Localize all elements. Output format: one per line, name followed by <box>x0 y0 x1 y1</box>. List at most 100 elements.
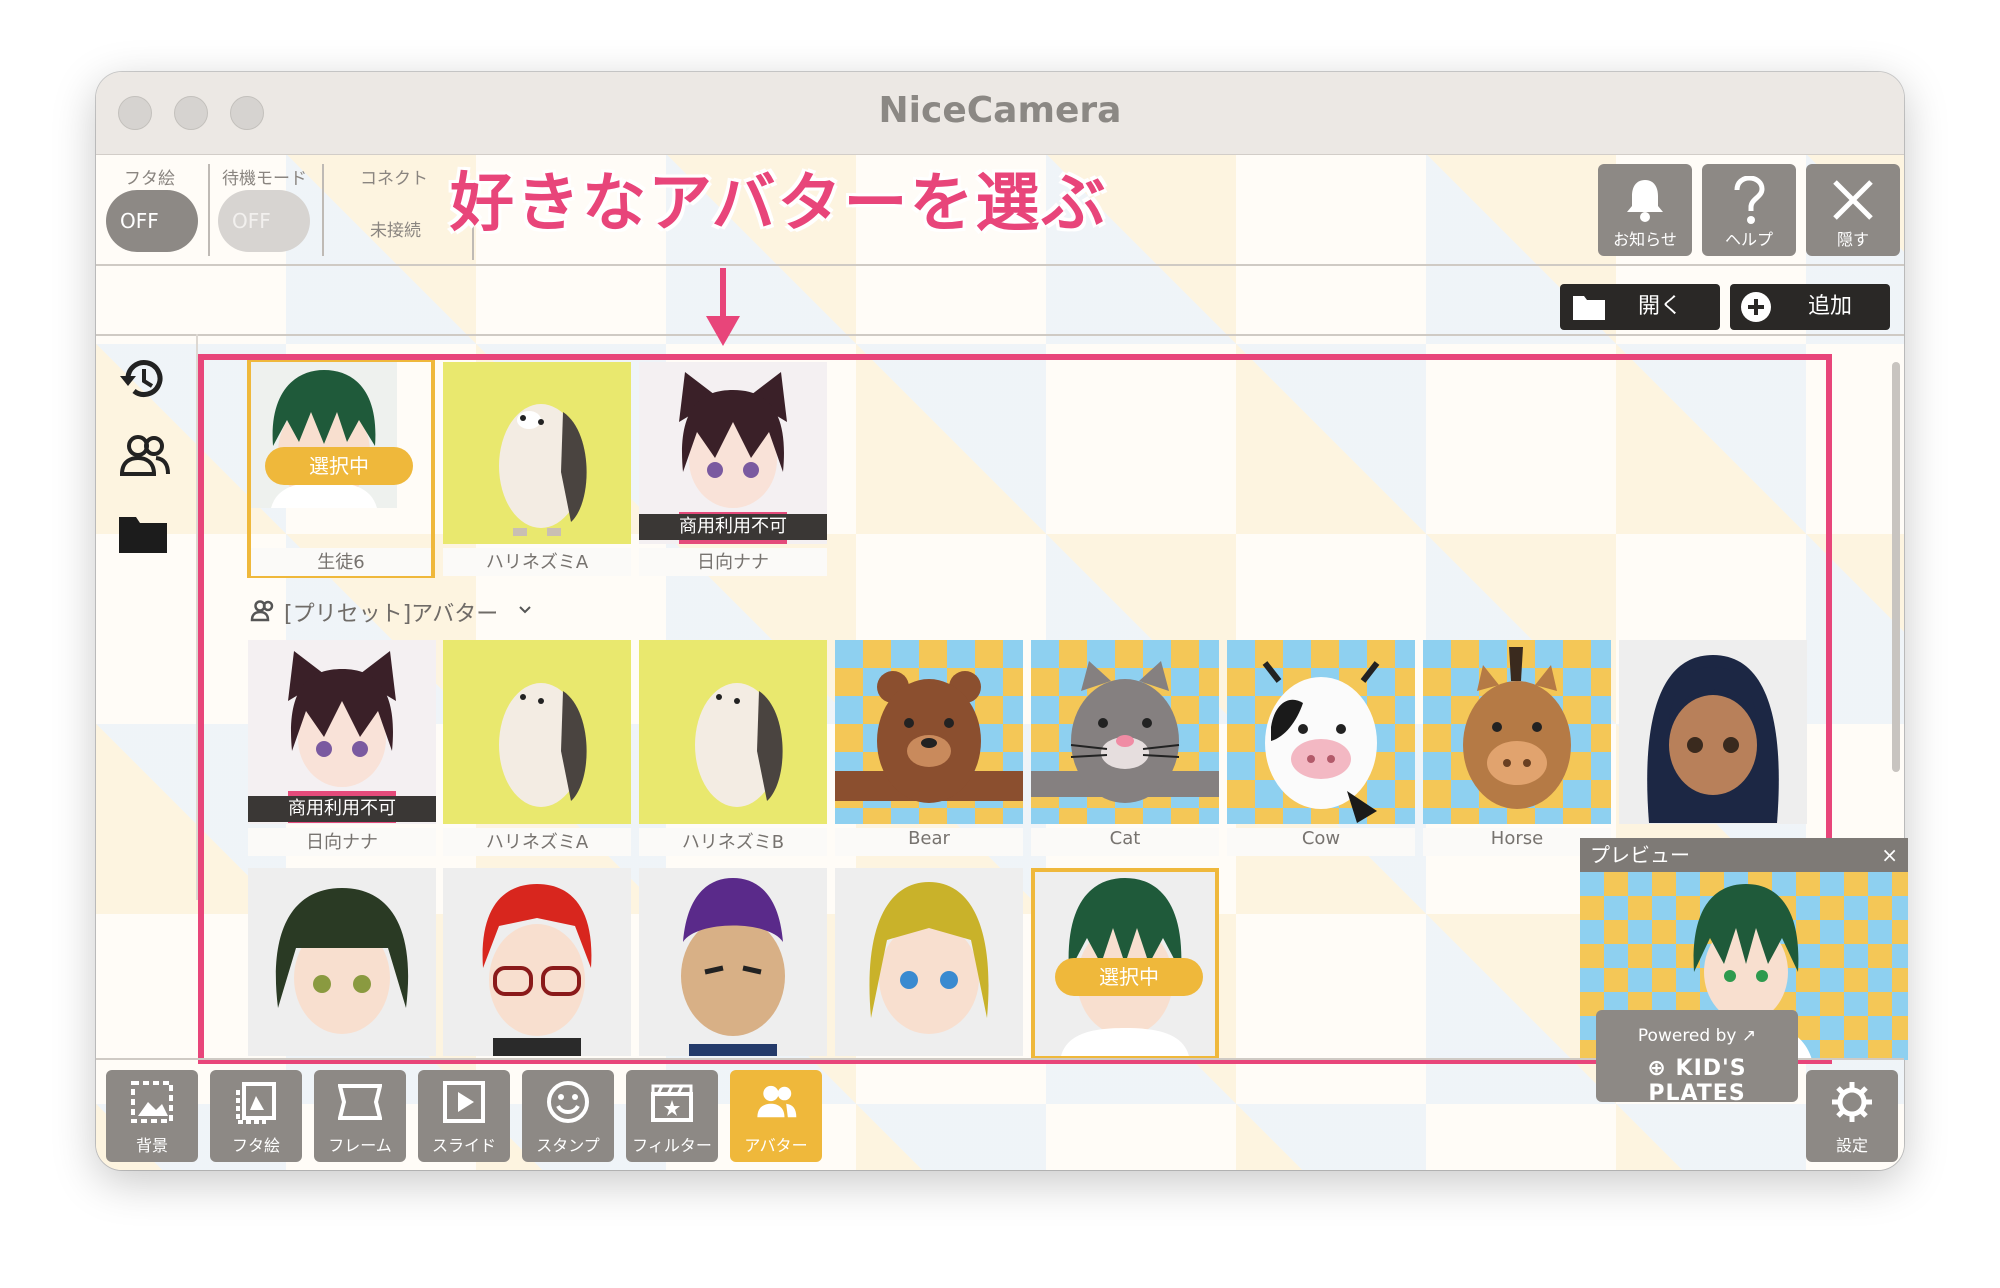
tab-background[interactable]: 背景 <box>106 1070 198 1162</box>
external-link-icon: ↗ <box>1741 1026 1757 1046</box>
people-icon[interactable] <box>118 434 170 478</box>
divider <box>208 164 210 256</box>
avatar-face-icon <box>251 362 397 508</box>
folder-icon <box>1573 296 1605 320</box>
help-button[interactable]: ヘルプ <box>1702 164 1796 256</box>
tab-stamp[interactable]: スタンプ <box>522 1070 614 1162</box>
avatar-thumbnail[interactable] <box>251 362 397 508</box>
question-icon <box>1734 176 1765 224</box>
bell-icon <box>1627 180 1663 222</box>
avatar-face-icon <box>681 878 785 1056</box>
avatar-thumbnail[interactable] <box>639 868 827 1056</box>
tab-label: アバター <box>744 1136 808 1155</box>
cat-icon <box>1031 661 1219 803</box>
hedgehog-icon <box>695 683 783 807</box>
frame-icon <box>338 1084 382 1120</box>
hedgehog-icon <box>499 683 587 807</box>
cow-icon <box>1262 661 1380 823</box>
annotation-headline: 好きなアバターを選ぶ <box>450 167 1108 241</box>
avatar-thumbnail[interactable] <box>248 868 436 1056</box>
avatar-face-icon <box>1647 655 1779 823</box>
avatar-thumbnail[interactable] <box>1619 640 1807 824</box>
commercial-use-tag: 商用利用不可 <box>248 796 436 822</box>
avatar-name: 日向ナナ <box>248 828 436 856</box>
layers-icon <box>236 1082 276 1124</box>
avatar-name: ハリネズミA <box>443 548 631 576</box>
avatar-name: 生徒6 <box>251 548 431 576</box>
hedgehog-icon <box>499 404 587 536</box>
avatar-name: ハリネズミA <box>443 828 631 856</box>
image-icon <box>131 1081 173 1123</box>
tab-label: 背景 <box>135 1136 168 1155</box>
open-button[interactable]: 開く <box>1560 284 1720 330</box>
tab-label: フィルター <box>632 1136 712 1155</box>
left-sidebar <box>96 334 198 900</box>
chevron-down-icon[interactable] <box>518 604 532 616</box>
avatar-thumbnail[interactable] <box>443 362 631 544</box>
window-title: NiceCamera <box>878 90 1122 131</box>
add-button[interactable]: 追加 <box>1730 284 1890 330</box>
avatar-thumbnail[interactable] <box>1423 640 1611 824</box>
avatar-face-icon <box>482 884 592 1056</box>
notification-button[interactable]: お知らせ <box>1598 164 1692 256</box>
avatar-name: 日向ナナ <box>639 548 827 576</box>
standby-toggle[interactable]: OFF <box>218 190 310 252</box>
preset-section-header[interactable]: [プリセット]アバター <box>284 596 498 628</box>
brand-label: ⊕ KID'S PLATES <box>1596 1056 1798 1106</box>
gear-icon <box>1832 1082 1872 1122</box>
tab-frame[interactable]: フレーム <box>314 1070 406 1162</box>
play-icon <box>443 1081 485 1123</box>
settings-label: 設定 <box>1835 1136 1868 1155</box>
avatar-thumbnail[interactable] <box>443 640 631 824</box>
tab-futae[interactable]: フタ絵 <box>210 1070 302 1162</box>
tab-label: スライド <box>431 1136 496 1155</box>
tab-label: フレーム <box>328 1136 392 1155</box>
selected-badge: 選択中 <box>265 447 413 485</box>
connect-status: 未接続 <box>370 221 421 241</box>
plus-circle-icon: ⊕ <box>1647 1056 1667 1081</box>
people-icon <box>250 600 274 622</box>
clapper-icon <box>651 1084 693 1122</box>
avatar-thumbnail[interactable] <box>1227 640 1415 824</box>
tab-label: スタンプ <box>536 1136 600 1155</box>
preview-close-button[interactable]: × <box>1881 838 1898 872</box>
powered-by-text: Powered by <box>1637 1026 1737 1046</box>
scrollbar[interactable] <box>1892 362 1900 772</box>
avatar-name: Cat <box>1031 828 1219 856</box>
avatar-thumbnail[interactable] <box>1031 640 1219 824</box>
kids-plates-link[interactable]: Powered by ↗ ⊕ KID'S PLATES <box>1596 1010 1798 1106</box>
history-icon[interactable] <box>118 354 168 404</box>
help-label: ヘルプ <box>1724 230 1773 249</box>
hide-label: 隠す <box>1836 230 1869 249</box>
hide-button[interactable]: 隠す <box>1806 164 1900 256</box>
plus-circle-icon <box>1741 292 1771 322</box>
tab-slide[interactable]: スライド <box>418 1070 510 1162</box>
title-bar: NiceCamera <box>96 72 1904 155</box>
add-label: 追加 <box>1808 294 1853 319</box>
tab-label: フタ絵 <box>231 1136 280 1155</box>
standby-label: 待機モード <box>222 169 307 189</box>
tab-avatar[interactable]: アバター <box>730 1070 822 1162</box>
close-icon <box>1833 180 1873 220</box>
avatar-name: ハリネズミB <box>639 828 827 856</box>
connect-label: コネクト <box>360 169 428 189</box>
commercial-use-tag: 商用利用不可 <box>639 514 827 540</box>
powered-by-label: Powered by ↗ <box>1596 1026 1798 1046</box>
futae-toggle[interactable]: OFF <box>106 190 198 252</box>
avatar-thumbnail[interactable] <box>443 868 631 1056</box>
tab-filter[interactable]: フィルター <box>626 1070 718 1162</box>
selected-badge: 選択中 <box>1055 958 1203 996</box>
avatar-name: Bear <box>835 828 1023 856</box>
settings-button[interactable]: 設定 <box>1806 1070 1898 1162</box>
avatar-name: Cow <box>1227 828 1415 856</box>
divider <box>322 164 324 256</box>
avatar-thumbnail[interactable] <box>835 640 1023 824</box>
folder-icon[interactable] <box>118 514 168 554</box>
avatar-thumbnail[interactable] <box>639 640 827 824</box>
smiley-icon <box>547 1081 589 1123</box>
arrow-down-icon <box>706 268 740 346</box>
bear-icon <box>835 671 1023 803</box>
avatar-face-icon <box>275 888 409 1034</box>
futae-label: フタ絵 <box>124 169 175 189</box>
avatar-thumbnail[interactable] <box>835 868 1023 1056</box>
